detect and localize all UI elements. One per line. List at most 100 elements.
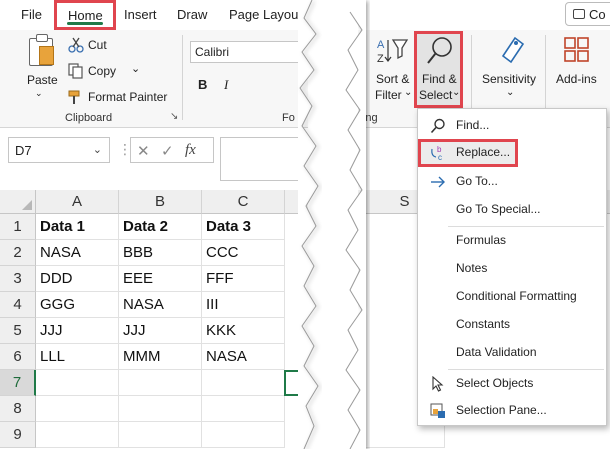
column-header-c[interactable]: C	[202, 190, 285, 214]
menu-item-selection-pane-label: Selection Pane...	[456, 403, 547, 417]
insert-function-button[interactable]: fx	[185, 142, 196, 159]
row-header-selected[interactable]: 7	[0, 370, 36, 396]
sensitivity-chevron-icon[interactable]: ⌄	[506, 87, 514, 98]
cell-a2[interactable]: NASA	[36, 240, 119, 266]
tab-insert[interactable]: Insert	[124, 7, 157, 22]
italic-button[interactable]: I	[224, 77, 228, 93]
menu-item-constants[interactable]: Constants	[418, 311, 606, 339]
sort-filter-button[interactable]: Filter	[375, 88, 402, 102]
cut-button[interactable]: Cut	[88, 38, 107, 52]
cell-b2[interactable]: BBB	[119, 240, 202, 266]
cell-b1[interactable]: Data 2	[119, 214, 202, 240]
cell-a7[interactable]	[36, 370, 119, 396]
paste-button[interactable]: Paste	[27, 73, 58, 87]
copy-dropdown-chevron-icon[interactable]: ⌄	[131, 62, 140, 75]
row-header[interactable]: 9	[0, 422, 36, 448]
select-all-button[interactable]	[0, 190, 36, 214]
sensitivity-button[interactable]: Sensitivity	[482, 72, 536, 86]
menu-item-formulas[interactable]: Formulas	[418, 227, 606, 255]
row-header[interactable]: 8	[0, 396, 36, 422]
cell-c7[interactable]	[202, 370, 285, 396]
format-painter-button[interactable]: Format Painter	[88, 90, 167, 104]
row-header[interactable]: 1	[0, 214, 36, 240]
menu-item-notes[interactable]: Notes	[418, 255, 606, 283]
column-header-b[interactable]: B	[119, 190, 202, 214]
bold-button[interactable]: B	[198, 77, 207, 92]
cell-c1[interactable]: Data 3	[202, 214, 285, 240]
menu-item-data-validation[interactable]: Data Validation	[418, 339, 606, 367]
formula-controls: ✕ ✓ fx	[130, 137, 214, 163]
cell-c4[interactable]: III	[202, 292, 285, 318]
cell-b3[interactable]: EEE	[119, 266, 202, 292]
comment-icon	[573, 9, 585, 19]
row-header[interactable]: 2	[0, 240, 36, 266]
sort-filter-icon: A Z	[377, 39, 409, 65]
svg-text:Z: Z	[377, 53, 384, 65]
menu-item-constants-label: Constants	[456, 317, 511, 331]
enter-icon[interactable]: ✓	[161, 142, 174, 160]
cell-b5[interactable]: JJJ	[119, 318, 202, 344]
svg-text:c: c	[438, 153, 442, 161]
cell-b9[interactable]	[119, 422, 202, 448]
name-box[interactable]: D7 ⌄	[8, 137, 110, 163]
menu-item-formulas-label: Formulas	[456, 233, 507, 247]
row-header[interactable]: 4	[0, 292, 36, 318]
cell-c8[interactable]	[202, 396, 285, 422]
cell-a6[interactable]: LLL	[36, 344, 119, 370]
cell-b8[interactable]	[119, 396, 202, 422]
cell-b7[interactable]	[119, 370, 202, 396]
cell-b4[interactable]: NASA	[119, 292, 202, 318]
find-select-label-2: Select	[419, 88, 453, 102]
menu-item-select-objects[interactable]: Select Objects	[418, 370, 606, 398]
group-divider	[182, 35, 183, 120]
tab-home[interactable]: Home	[54, 0, 116, 30]
menu-item-find[interactable]: Find...	[418, 112, 606, 140]
cell-a5[interactable]: JJJ	[36, 318, 119, 344]
cell-c5[interactable]: KKK	[202, 318, 285, 344]
sort-filter-chevron-icon[interactable]: ⌄	[404, 87, 412, 98]
addins-icon	[564, 37, 589, 62]
comments-button[interactable]: Co	[565, 2, 610, 26]
menu-item-select-objects-label: Select Objects	[456, 376, 534, 390]
cell-a8[interactable]	[36, 396, 119, 422]
clipboard-group-label: Clipboard	[65, 112, 113, 124]
row-header[interactable]: 5	[0, 318, 36, 344]
font-name-value: Calibri	[195, 45, 230, 59]
cell-c2[interactable]: CCC	[202, 240, 285, 266]
clipboard-launcher-icon[interactable]: ↘	[170, 111, 178, 122]
copy-icon	[68, 63, 83, 79]
addins-button[interactable]: Add-ins	[556, 72, 597, 86]
tab-file[interactable]: File	[21, 7, 42, 22]
sensitivity-icon	[501, 36, 525, 64]
copy-button[interactable]: Copy	[88, 64, 116, 78]
menu-item-selection-pane[interactable]: Selection Pane...	[418, 397, 606, 425]
tab-home-label: Home	[68, 8, 103, 23]
cell-a3[interactable]: DDD	[36, 266, 119, 292]
name-box-chevron-icon[interactable]: ⌄	[93, 143, 102, 156]
cell-a9[interactable]	[36, 422, 119, 448]
menu-item-replace-label: Replace...	[456, 145, 511, 159]
row-header[interactable]: 6	[0, 344, 36, 370]
cell-b6[interactable]: MMM	[119, 344, 202, 370]
tab-draw[interactable]: Draw	[177, 7, 207, 22]
menu-item-goto[interactable]: Go To...	[418, 168, 606, 196]
paste-icon[interactable]	[29, 34, 54, 66]
menu-item-goto-special[interactable]: Go To Special...	[418, 196, 606, 224]
column-header-a[interactable]: A	[36, 190, 119, 214]
menu-item-replace[interactable]: b c Replace...	[418, 139, 518, 167]
torn-edge-divider	[298, 0, 366, 449]
find-select-menu: Find... b c Replace... Go To... Go To Sp…	[417, 108, 607, 426]
row-header[interactable]: 3	[0, 266, 36, 292]
cell-c3[interactable]: FFF	[202, 266, 285, 292]
menu-item-goto-label: Go To...	[456, 174, 498, 188]
cell-a4[interactable]: GGG	[36, 292, 119, 318]
cancel-icon[interactable]: ✕	[137, 142, 150, 160]
cell-c6[interactable]: NASA	[202, 344, 285, 370]
sort-filter-label-1[interactable]: Sort &	[376, 72, 409, 86]
menu-item-notes-label: Notes	[456, 261, 488, 275]
cell-a1[interactable]: Data 1	[36, 214, 119, 240]
menu-item-conditional-formatting[interactable]: Conditional Formatting	[418, 283, 606, 311]
svg-text:A: A	[377, 39, 385, 51]
cell-c9[interactable]	[202, 422, 285, 448]
paste-dropdown-chevron-icon[interactable]: ⌄	[35, 88, 43, 99]
